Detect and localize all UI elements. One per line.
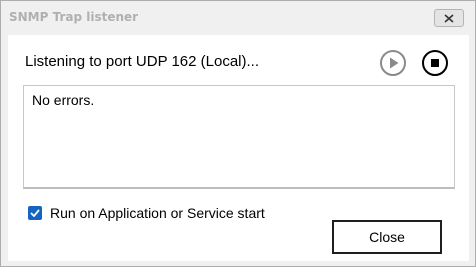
listening-status: Listening to port UDP 162 (Local)... xyxy=(25,53,260,70)
stop-circle-icon xyxy=(422,50,448,76)
play-circle-icon xyxy=(380,50,406,76)
dialog-content: Listening to port UDP 162 (Local)... No … xyxy=(8,35,469,261)
checkmark-icon xyxy=(30,209,40,217)
dialog-window: SNMP Trap listener Listening to port UDP… xyxy=(0,0,476,267)
close-button[interactable]: Close xyxy=(332,220,442,254)
run-on-start-checkbox[interactable] xyxy=(28,206,42,220)
log-output[interactable]: No errors. xyxy=(23,85,455,189)
stop-button[interactable] xyxy=(421,49,449,77)
run-on-start-label[interactable]: Run on Application or Service start xyxy=(50,205,265,221)
play-button[interactable] xyxy=(379,49,407,77)
close-icon xyxy=(444,13,454,23)
title-bar[interactable]: SNMP Trap listener xyxy=(1,1,475,34)
window-close-button[interactable] xyxy=(434,9,464,27)
log-text: No errors. xyxy=(32,92,95,108)
window-title: SNMP Trap listener xyxy=(9,10,139,24)
